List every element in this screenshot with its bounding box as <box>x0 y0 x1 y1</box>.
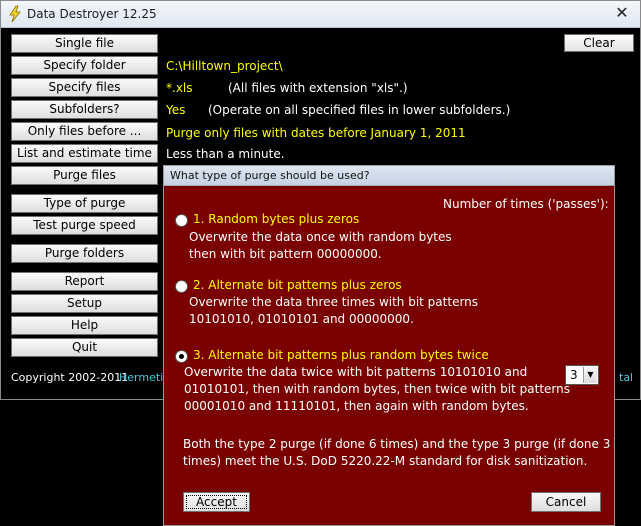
help-button[interactable]: Help <box>11 316 158 335</box>
standard-note-line: Both the type 2 purge (if done 6 times) … <box>183 437 611 451</box>
list-estimate-button[interactable]: List and estimate time <box>11 144 158 163</box>
option-3-title: 3. Alternate bit patterns plus random by… <box>193 348 489 362</box>
passes-select[interactable]: 3 ▼ <box>565 365 599 385</box>
option-2-radio[interactable] <box>175 280 188 293</box>
accept-button[interactable]: Accept <box>183 492 250 512</box>
option-2-title: 2. Alternate bit patterns plus zeros <box>193 278 402 292</box>
standard-note-line: times) meet the U.S. DoD 5220.22-M stand… <box>183 454 588 468</box>
option-2-desc-line: 10101010, 01010101 and 00000000. <box>189 312 414 326</box>
app-icon <box>9 5 21 23</box>
window-title: Data Destroyer 12.25 <box>27 7 157 21</box>
option-3-desc-line: 01010101, then with random bytes, then t… <box>184 382 570 396</box>
passes-label: Number of times ('passes'): <box>443 197 609 211</box>
option-1-desc-line: then with bit pattern 00000000. <box>189 247 382 261</box>
option-1-radio[interactable] <box>175 214 188 227</box>
subfolders-value: Yes <box>166 103 186 117</box>
option-3-radio[interactable] <box>175 350 188 363</box>
company-link[interactable]: Hermetic <box>119 371 169 384</box>
specify-folder-button[interactable]: Specify folder <box>11 56 158 75</box>
chevron-down-icon[interactable]: ▼ <box>583 367 597 383</box>
extension-value: *.xls <box>166 81 193 95</box>
purge-folders-button[interactable]: Purge folders <box>11 244 158 263</box>
specify-files-button[interactable]: Specify files <box>11 78 158 97</box>
option-1-desc-line: Overwrite the data once with random byte… <box>189 230 452 244</box>
extension-description: (All files with extension "xls".) <box>228 81 408 95</box>
copyright-text: Copyright 2002-2011 <box>11 371 129 384</box>
date-filter: Purge only files with dates before Janua… <box>166 126 466 140</box>
option-3-desc-line: 00001010 and 11110101, then again with r… <box>184 399 529 413</box>
subfolders-button[interactable]: Subfolders? <box>11 100 158 119</box>
title-bar: Data Destroyer 12.25 ✕ <box>1 1 640 28</box>
focus-ring <box>186 495 247 509</box>
close-icon[interactable]: ✕ <box>614 5 630 21</box>
setup-button[interactable]: Setup <box>11 294 158 313</box>
type-of-purge-button[interactable]: Type of purge <box>11 194 158 213</box>
folder-path: C:\Hilltown_project\ <box>166 59 283 73</box>
option-1-title: 1. Random bytes plus zeros <box>193 212 360 226</box>
single-file-button[interactable]: Single file <box>11 34 158 53</box>
report-button[interactable]: Report <box>11 272 158 291</box>
footer-link-tail[interactable]: tal <box>619 371 633 384</box>
purge-files-button[interactable]: Purge files <box>11 166 158 185</box>
only-files-before-button[interactable]: Only files before ... <box>11 122 158 141</box>
dialog-title: What type of purge should be used? <box>164 166 614 186</box>
test-purge-speed-button[interactable]: Test purge speed <box>11 216 158 235</box>
clear-button[interactable]: Clear <box>564 34 634 52</box>
option-3-desc-line: Overwrite the data twice with bit patter… <box>184 365 528 379</box>
option-2-desc-line: Overwrite the data three times with bit … <box>189 295 479 309</box>
passes-value: 3 <box>570 368 578 382</box>
time-estimate: Less than a minute. <box>166 147 285 161</box>
cancel-button[interactable]: Cancel <box>531 492 601 512</box>
quit-button[interactable]: Quit <box>11 338 158 357</box>
subfolders-description: (Operate on all specified files in lower… <box>208 103 511 117</box>
